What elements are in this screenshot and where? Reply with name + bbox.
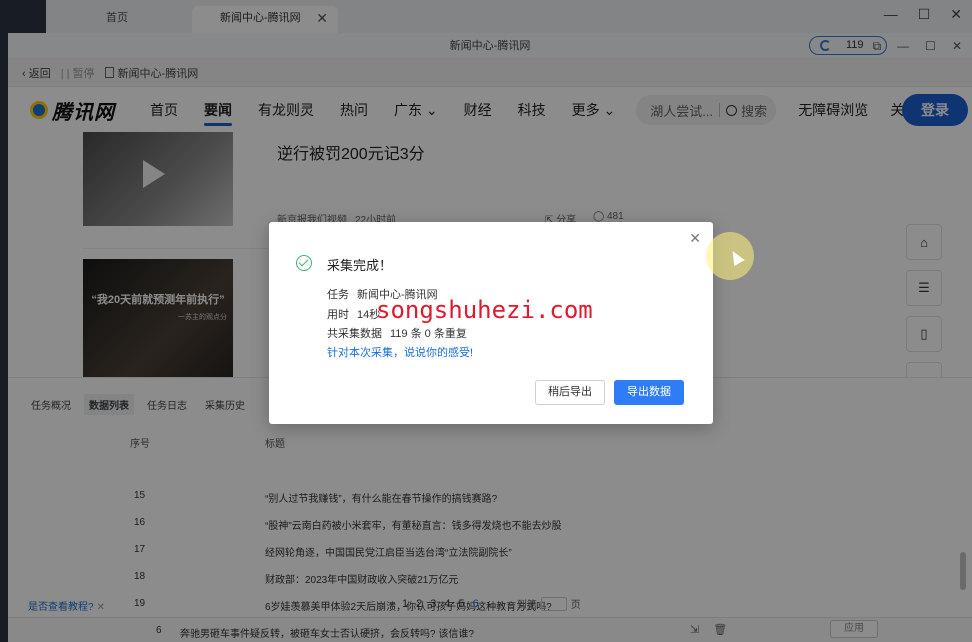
export-data-button[interactable]: 导出数据	[614, 380, 684, 405]
total-line: 共采集数据 119 条 0 条重复	[327, 328, 467, 340]
dialog-heading: 采集完成！	[327, 258, 393, 273]
feedback-link[interactable]: 针对本次采集，说说你的感受!	[327, 344, 473, 360]
watermark-text: songshuhezi.com	[376, 296, 593, 324]
success-icon	[296, 255, 312, 271]
duration-line: 用时 14秒	[327, 309, 381, 321]
close-icon[interactable]: ✕	[689, 230, 701, 247]
export-later-button[interactable]: 稍后导出	[535, 380, 605, 405]
